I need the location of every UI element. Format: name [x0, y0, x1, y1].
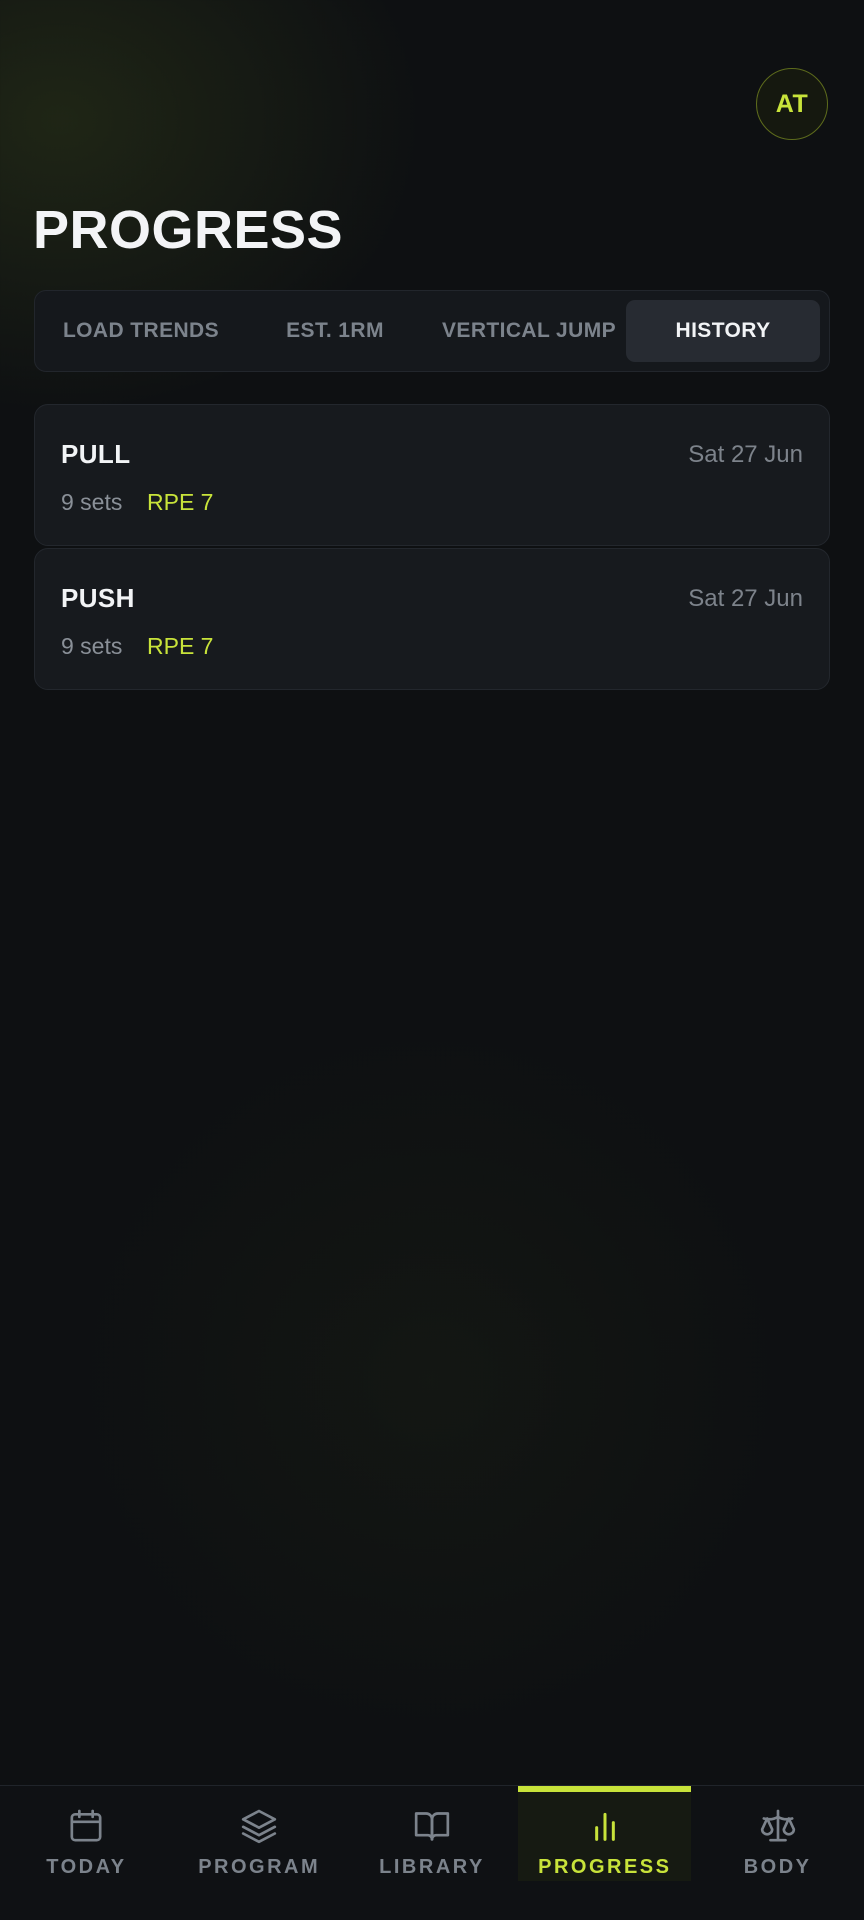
page-title: PROGRESS [33, 200, 344, 260]
session-sets: 9 sets [61, 633, 123, 659]
user-avatar[interactable]: AT [756, 68, 828, 140]
avatar-initials: AT [775, 89, 809, 118]
tab-vertical-jump[interactable]: VERTICAL JUMP [432, 300, 626, 362]
layers-icon [239, 1806, 279, 1846]
tab-est-1rm[interactable]: EST. 1RM [238, 300, 432, 362]
nav-item-today[interactable]: TODAY [0, 1786, 173, 1881]
bar-chart-icon [585, 1806, 625, 1846]
session-sets: 9 sets [61, 489, 123, 515]
nav-label: PROGRAM [198, 1856, 321, 1878]
session-title: PUSH [61, 583, 135, 613]
tab-load-trends[interactable]: LOAD TRENDS [44, 300, 238, 362]
nav-item-program[interactable]: PROGRAM [173, 1786, 346, 1881]
nav-item-progress[interactable]: PROGRESS [518, 1786, 692, 1881]
scale-icon [758, 1806, 798, 1846]
nav-item-body[interactable]: BODY [691, 1786, 864, 1881]
nav-label: TODAY [46, 1856, 127, 1878]
calendar-icon [66, 1806, 106, 1846]
book-open-icon [412, 1806, 452, 1846]
progress-tab-bar: LOAD TRENDS EST. 1RM VERTICAL JUMP HISTO… [34, 290, 830, 372]
history-card-pull[interactable]: PULL Sat 27 Jun 9 sets RPE 7 [34, 404, 830, 546]
nav-item-library[interactable]: LIBRARY [346, 1786, 519, 1881]
session-title: PULL [61, 439, 131, 469]
session-date: Sat 27 Jun [688, 441, 803, 468]
session-date: Sat 27 Jun [688, 585, 803, 612]
session-rpe: RPE 7 [147, 489, 214, 515]
history-card-push[interactable]: PUSH Sat 27 Jun 9 sets RPE 7 [34, 548, 830, 690]
nav-label: LIBRARY [379, 1856, 485, 1878]
session-rpe: RPE 7 [147, 633, 214, 659]
tab-history[interactable]: HISTORY [626, 300, 820, 362]
nav-label: BODY [743, 1856, 812, 1878]
bottom-nav: TODAY PROGRAM LIBRARY PROGRESS BODY [0, 1785, 864, 1920]
nav-label: PROGRESS [538, 1856, 672, 1878]
